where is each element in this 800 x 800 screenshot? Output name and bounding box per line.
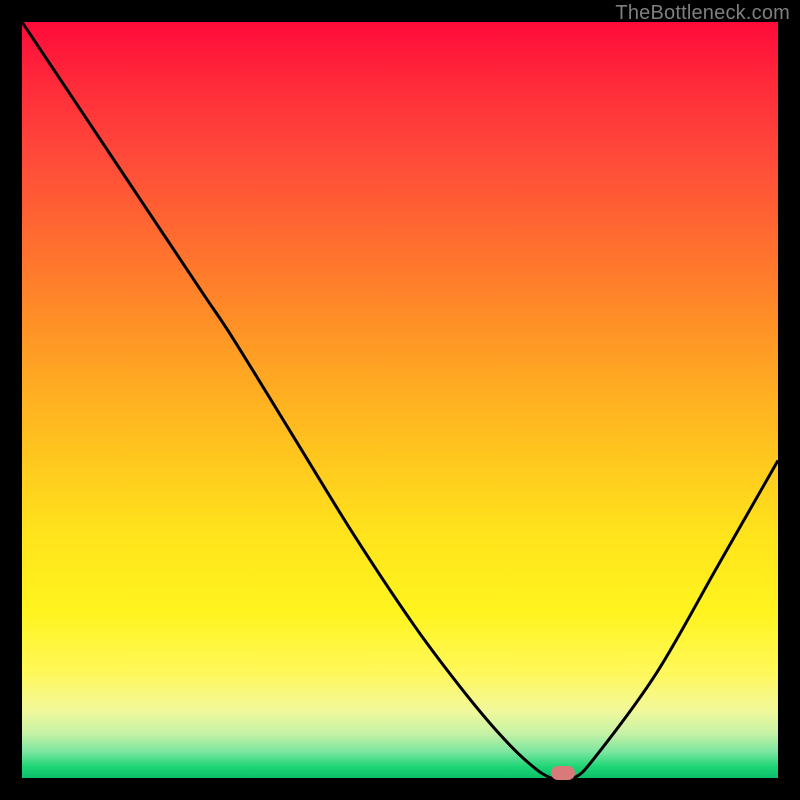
minimum-marker-pill xyxy=(551,766,575,780)
curve-path xyxy=(22,22,778,778)
plot-area xyxy=(22,22,778,778)
chart-frame: TheBottleneck.com xyxy=(0,0,800,800)
bottleneck-curve xyxy=(22,22,778,778)
